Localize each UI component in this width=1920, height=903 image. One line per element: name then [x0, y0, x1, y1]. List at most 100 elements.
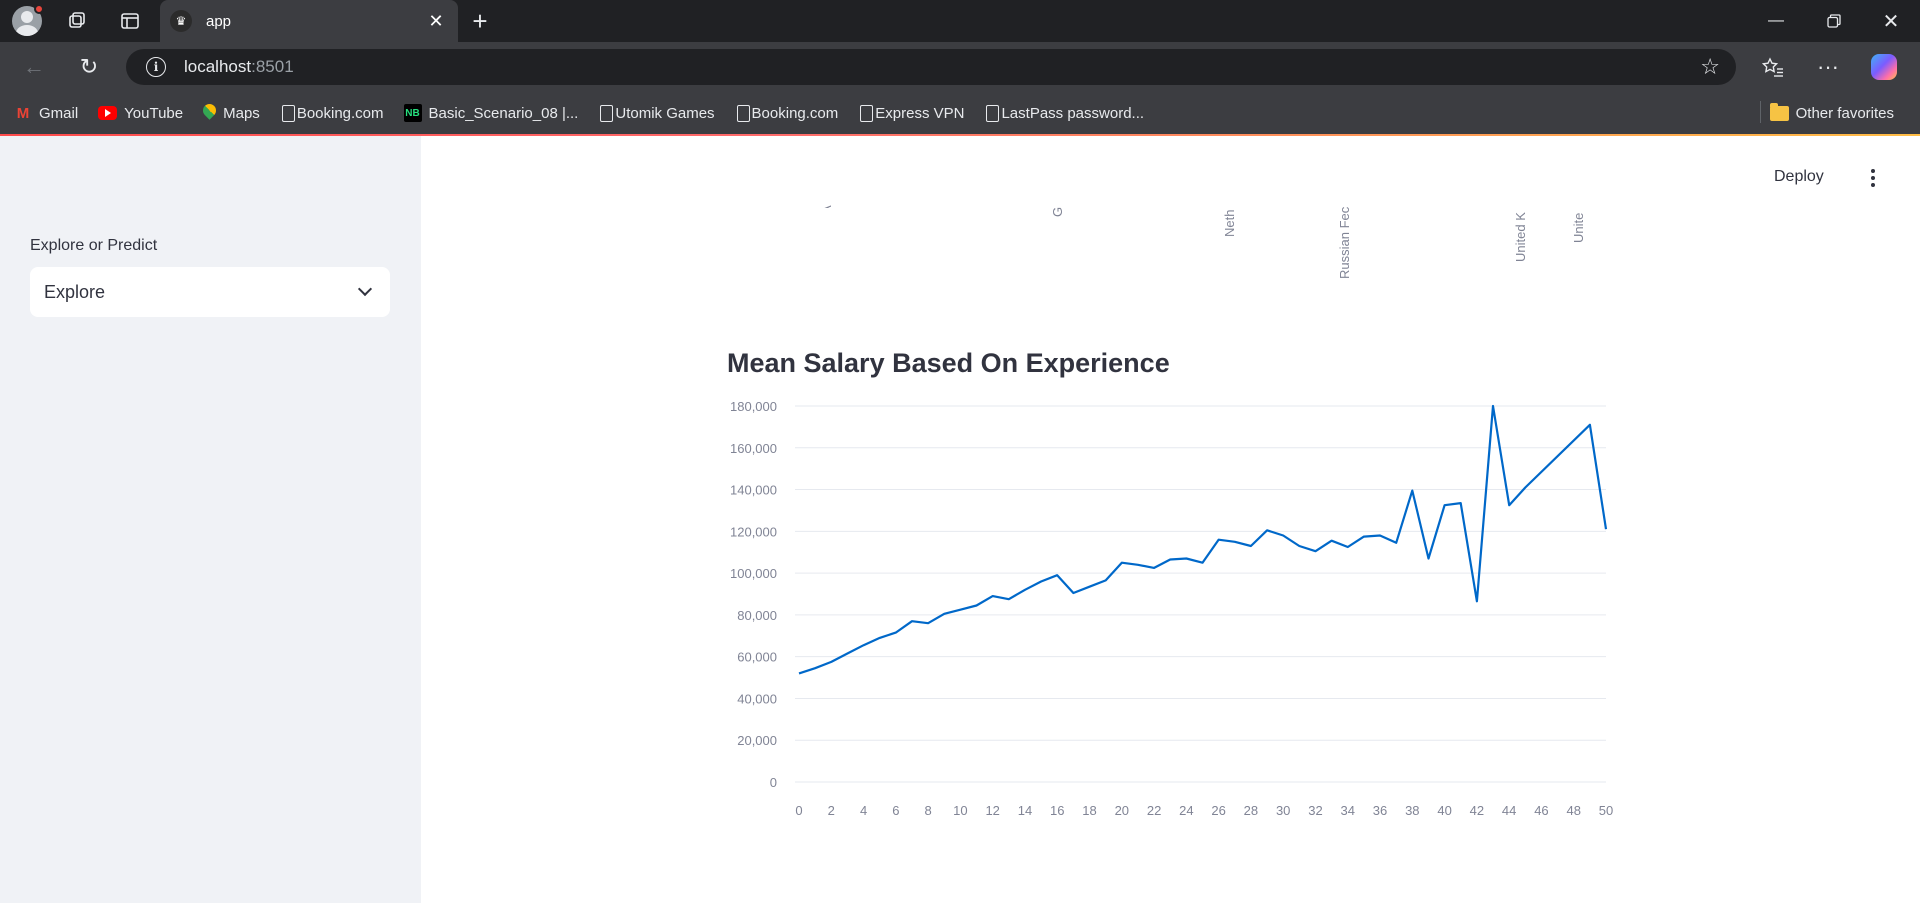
bookmark-basic-scenario[interactable]: NB Basic_Scenario_08 |... — [394, 98, 589, 128]
notification-dot — [34, 4, 44, 14]
data-point — [1054, 572, 1060, 578]
data-point — [1119, 560, 1125, 566]
site-info-icon[interactable]: i — [146, 57, 166, 77]
select-value: Explore — [44, 281, 106, 302]
favorite-star-icon[interactable]: ☆ — [1700, 54, 1720, 80]
data-point — [1345, 544, 1351, 550]
data-point — [1377, 533, 1383, 539]
new-tab-icon[interactable]: + — [465, 6, 495, 36]
data-point — [1280, 533, 1286, 539]
browser-toolbar: ← ↻ i localhost:8501 ☆ ··· — [0, 42, 1920, 92]
bookmarks-bar: M Gmail YouTube Maps Booking.com NB Basi… — [0, 92, 1920, 134]
bookmark-label: Booking.com — [296, 104, 384, 122]
bookmark-label: Maps — [223, 104, 260, 122]
data-point — [1216, 537, 1222, 543]
reload-icon[interactable]: ↻ — [73, 51, 105, 83]
browser-tab-bar: ♛ app ✕ + — ✕ — [0, 0, 1920, 42]
data-point — [1264, 527, 1270, 533]
data-point — [861, 642, 867, 648]
address-bar[interactable]: i localhost:8501 ☆ — [126, 49, 1736, 85]
main-content — [421, 136, 1920, 903]
bookmark-label: Booking.com — [751, 104, 839, 122]
data-point — [1458, 500, 1464, 506]
data-point — [893, 630, 899, 636]
bookmark-label: Basic_Scenario_08 |... — [428, 104, 579, 122]
profile-avatar[interactable] — [12, 4, 44, 36]
data-point — [1312, 548, 1318, 554]
vertical-tabs-icon[interactable] — [115, 6, 145, 36]
folder-icon — [1769, 102, 1789, 121]
data-point — [796, 670, 802, 676]
active-tab[interactable]: ♛ app ✕ — [160, 0, 458, 42]
data-point — [877, 635, 883, 641]
close-window-icon[interactable]: ✕ — [1862, 0, 1920, 42]
url-host: localhost — [184, 57, 252, 76]
data-point — [1022, 587, 1028, 593]
data-point — [1329, 538, 1335, 544]
data-point — [1006, 596, 1012, 602]
data-point — [1393, 540, 1399, 546]
bookmark-gmail[interactable]: M Gmail — [4, 98, 88, 128]
data-point — [1425, 555, 1431, 561]
data-point — [925, 620, 931, 626]
data-point — [941, 611, 947, 617]
workspaces-icon[interactable] — [62, 6, 92, 36]
youtube-icon — [98, 106, 118, 120]
data-point — [1038, 578, 1044, 584]
streamlit-crown-icon: ♛ — [170, 10, 192, 32]
prev-tick-label: Russian Fec — [1337, 206, 1352, 279]
bookmark-lastpass[interactable]: LastPass password... — [974, 98, 1154, 128]
page-icon — [600, 104, 614, 122]
page-icon — [860, 104, 874, 122]
bookmark-maps[interactable]: Maps — [193, 98, 270, 128]
data-point — [1296, 543, 1302, 549]
deploy-button[interactable]: Deploy — [1764, 158, 1834, 196]
select-label: Explore or Predict — [30, 237, 158, 254]
explore-predict-select[interactable]: Explore — [30, 267, 390, 317]
data-point — [1200, 560, 1206, 566]
data-point — [974, 602, 980, 608]
maps-icon — [203, 104, 216, 122]
prev-tick-label: G — [1050, 206, 1065, 217]
data-point — [1232, 539, 1238, 545]
page-icon — [986, 104, 1000, 122]
data-point — [828, 659, 834, 665]
page-icon — [736, 104, 750, 122]
favorites-list-icon[interactable] — [1757, 51, 1789, 83]
data-point — [1587, 422, 1593, 428]
bookmark-booking[interactable]: Booking.com — [270, 98, 394, 128]
url-text: localhost:8501 — [184, 57, 294, 77]
back-arrow-icon[interactable]: ← — [18, 51, 50, 83]
close-tab-icon[interactable]: ✕ — [424, 11, 448, 32]
data-point — [1522, 484, 1528, 490]
data-point — [1248, 543, 1254, 549]
bookmark-youtube[interactable]: YouTube — [88, 98, 193, 128]
tab-title: app — [206, 12, 232, 30]
data-point — [909, 618, 915, 624]
other-favorites-label: Other favorites — [1795, 104, 1894, 122]
more-options-icon[interactable]: ··· — [1812, 51, 1844, 83]
copilot-icon[interactable] — [1868, 51, 1900, 83]
data-point — [1474, 598, 1480, 604]
restore-icon[interactable] — [1805, 0, 1863, 42]
prev-tick-label: Neth — [1222, 209, 1237, 237]
data-point — [1603, 526, 1609, 532]
minimize-icon[interactable]: — — [1747, 0, 1805, 42]
bookmarks-divider — [1760, 101, 1761, 123]
page-icon — [281, 104, 295, 122]
bookmark-booking-2[interactable]: Booking.com — [725, 98, 849, 128]
bookmark-express-vpn[interactable]: Express VPN — [848, 98, 974, 128]
sidebar: Explore or Predict Explore — [0, 136, 421, 903]
data-point — [1409, 488, 1415, 494]
other-favorites[interactable]: Other favorites — [1760, 98, 1904, 128]
chart-title: Mean Salary Based On Experience — [727, 348, 1170, 378]
url-port: :8501 — [251, 57, 294, 76]
chevron-down-icon — [357, 281, 373, 297]
data-point — [1151, 565, 1157, 571]
bookmark-utomik[interactable]: Utomik Games — [588, 98, 724, 128]
prev-tick-label: United K — [1513, 212, 1528, 262]
data-point — [1183, 555, 1189, 561]
main-menu-icon[interactable] — [1858, 162, 1888, 194]
data-point — [957, 607, 963, 613]
data-point — [1361, 534, 1367, 540]
